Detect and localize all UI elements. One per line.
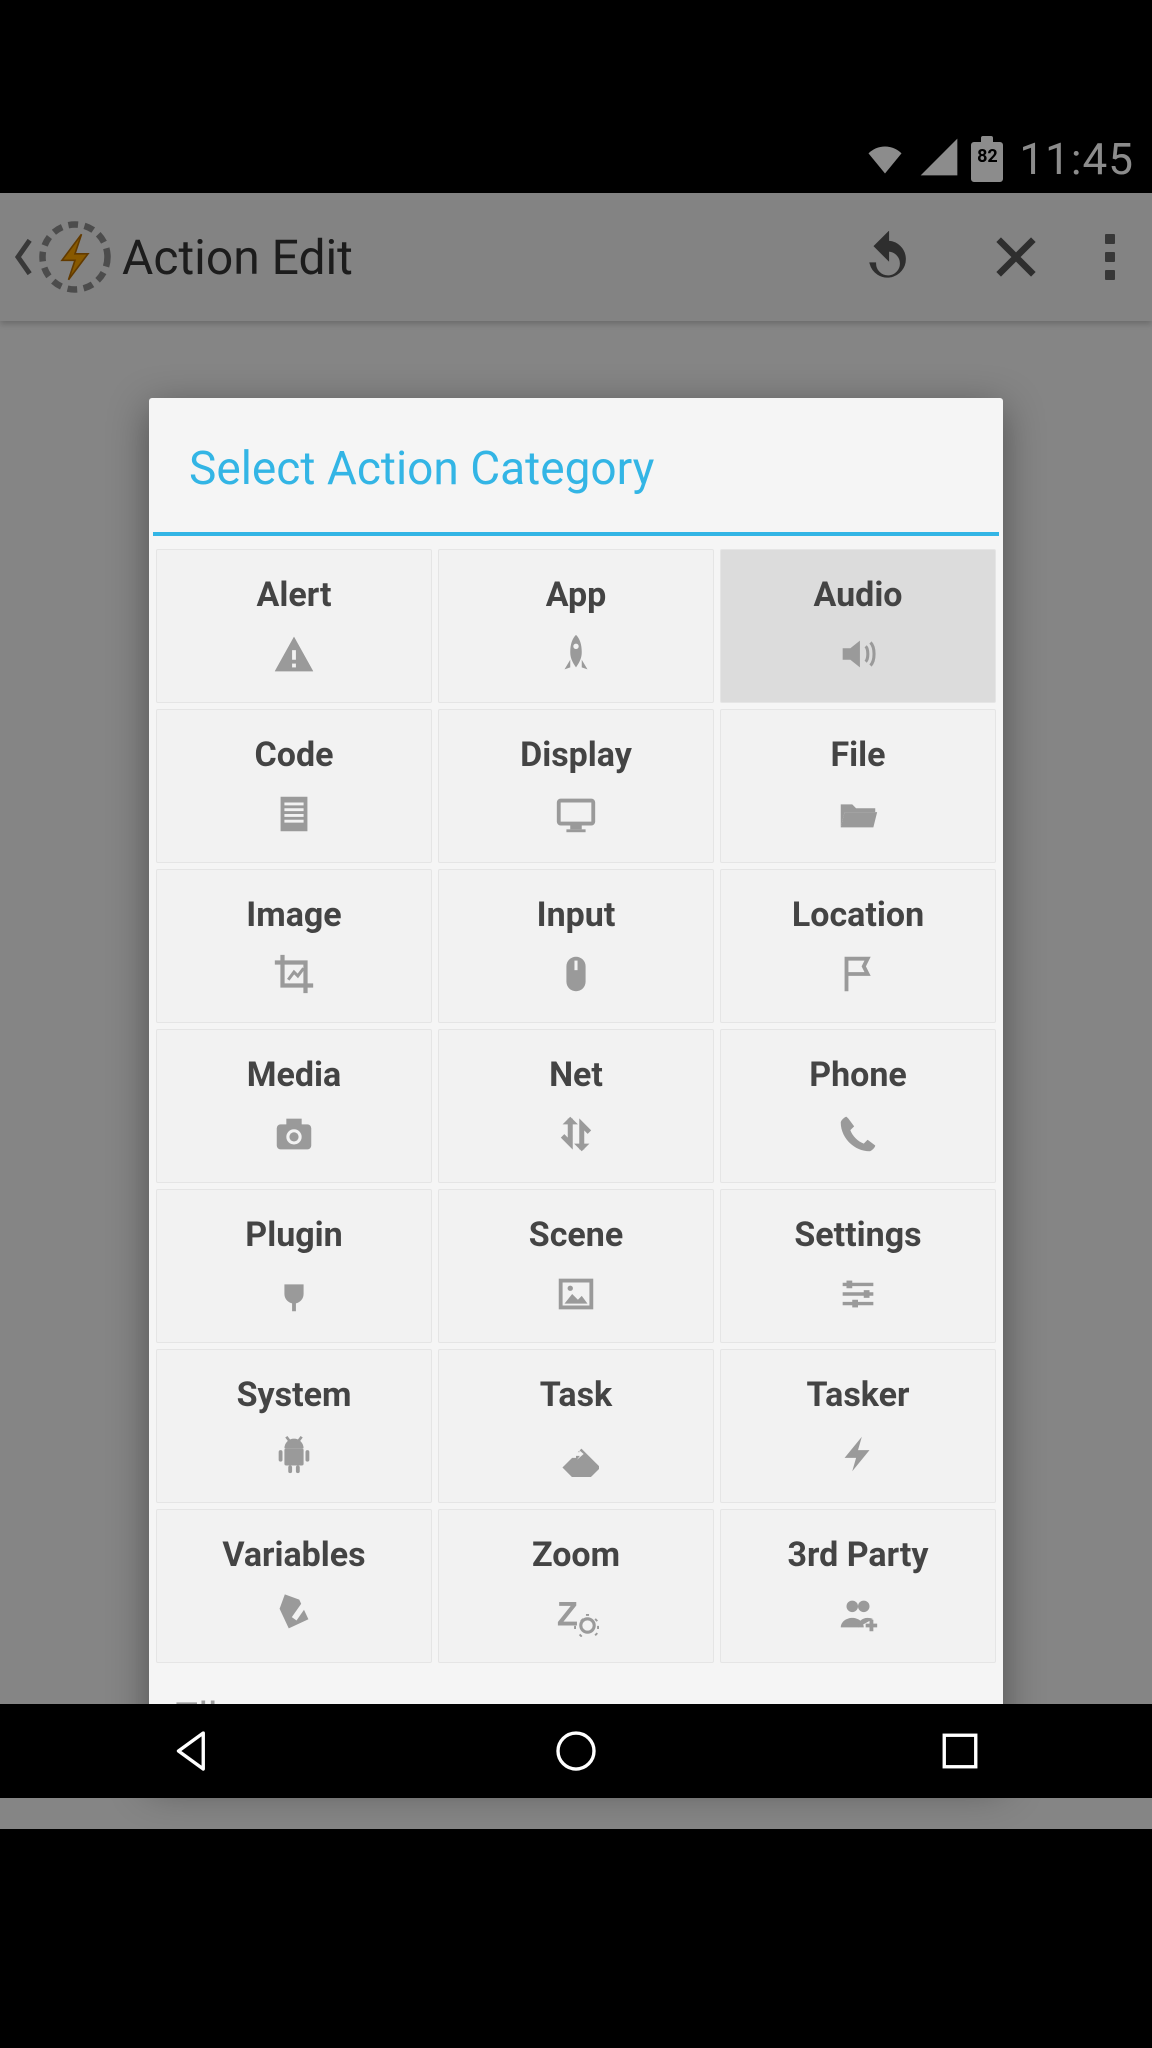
category-label: Phone [809, 1055, 907, 1095]
category-scene[interactable]: Scene [438, 1189, 714, 1343]
dialog-title: Select Action Category [149, 398, 1003, 532]
document-lines-icon [271, 791, 317, 837]
android-icon [271, 1431, 317, 1477]
category-label: Media [247, 1055, 341, 1095]
category-tasker[interactable]: Tasker [720, 1349, 996, 1503]
category-label: Location [792, 895, 924, 935]
sliders-icon [835, 1271, 881, 1317]
category-image[interactable]: Image [156, 869, 432, 1023]
flag-icon [835, 951, 881, 997]
category-label: Plugin [245, 1215, 342, 1255]
crop-image-icon [271, 951, 317, 997]
speaker-icon [835, 631, 881, 677]
category-alert[interactable]: Alert [156, 549, 432, 703]
category-label: Scene [529, 1215, 623, 1255]
category-3rd-party[interactable]: 3rd Party [720, 1509, 996, 1663]
category-settings[interactable]: Settings [720, 1189, 996, 1343]
category-label: Variables [222, 1535, 365, 1575]
category-app[interactable]: App [438, 549, 714, 703]
category-label: Task [540, 1375, 612, 1415]
navigation-bar [0, 1704, 1152, 1798]
phone-handset-icon [835, 1111, 881, 1157]
category-label: Net [549, 1055, 603, 1095]
category-zoom[interactable]: Zoom [438, 1509, 714, 1663]
category-label: Audio [813, 575, 902, 615]
category-media[interactable]: Media [156, 1029, 432, 1183]
category-file[interactable]: File [720, 709, 996, 863]
directions-icon [553, 1431, 599, 1477]
category-code[interactable]: Code [156, 709, 432, 863]
zoom-gear-icon [553, 1591, 599, 1637]
nav-recent-button[interactable] [920, 1711, 1000, 1791]
category-label: Alert [257, 575, 332, 615]
category-task[interactable]: Task [438, 1349, 714, 1503]
plug-icon [271, 1271, 317, 1317]
group-add-icon [835, 1591, 881, 1637]
category-variables[interactable]: Variables [156, 1509, 432, 1663]
category-plugin[interactable]: Plugin [156, 1189, 432, 1343]
camera-icon [271, 1111, 317, 1157]
nav-home-button[interactable] [536, 1711, 616, 1791]
category-label: App [546, 575, 607, 615]
transfer-arrows-icon [553, 1111, 599, 1157]
nav-back-button[interactable] [152, 1711, 232, 1791]
select-action-category-dialog: Select Action Category Alert App Audio Code… [149, 398, 1003, 1778]
category-label: Settings [794, 1215, 921, 1255]
category-label: Zoom [532, 1535, 620, 1575]
category-label: Code [255, 735, 334, 775]
category-label: 3rd Party [787, 1535, 928, 1575]
category-net[interactable]: Net [438, 1029, 714, 1183]
tag-pencil-icon [271, 1591, 317, 1637]
category-label: Image [246, 895, 341, 935]
lightning-icon [835, 1431, 881, 1477]
category-system[interactable]: System [156, 1349, 432, 1503]
folder-open-icon [835, 791, 881, 837]
rocket-icon [553, 631, 599, 677]
picture-icon [553, 1271, 599, 1317]
category-label: Tasker [807, 1375, 910, 1415]
monitor-icon [553, 791, 599, 837]
category-grid: Alert App Audio Code Display File Image Input Lo… [149, 536, 1003, 1666]
category-audio[interactable]: Audio [720, 549, 996, 703]
category-label: Input [537, 895, 616, 935]
category-input[interactable]: Input [438, 869, 714, 1023]
letterbox-top [0, 0, 1152, 125]
mouse-icon [553, 951, 599, 997]
letterbox-bottom [0, 1923, 1152, 2048]
category-display[interactable]: Display [438, 709, 714, 863]
category-label: Display [520, 735, 632, 775]
category-label: File [830, 735, 885, 775]
alert-triangle-icon [271, 631, 317, 677]
category-label: System [237, 1375, 352, 1415]
category-phone[interactable]: Phone [720, 1029, 996, 1183]
category-location[interactable]: Location [720, 869, 996, 1023]
